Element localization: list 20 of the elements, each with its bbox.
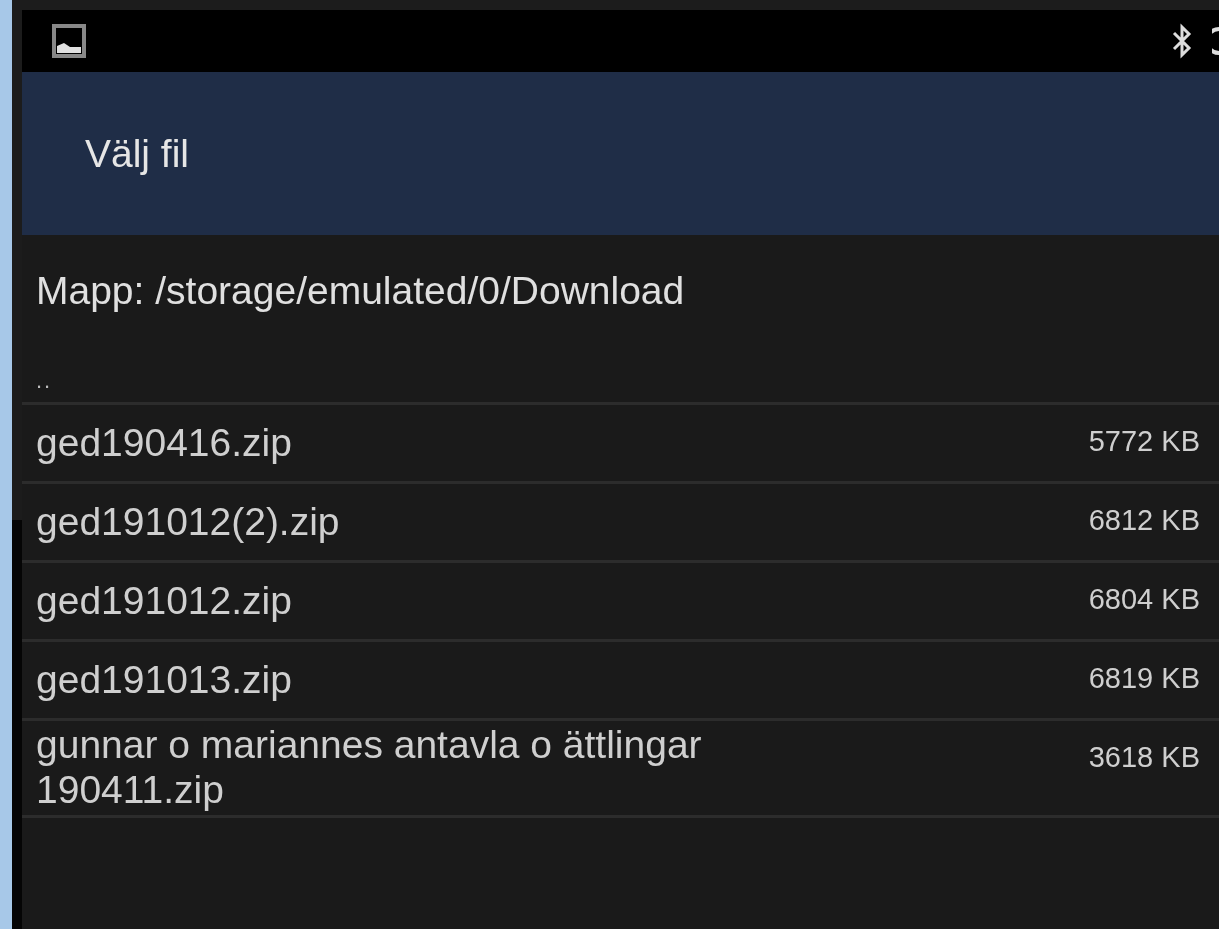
dialog-title: Välj fil [85, 131, 190, 176]
file-name: ged190416.zip [36, 420, 293, 466]
file-size: 5772 KB [1088, 424, 1200, 458]
bluetooth-icon [1170, 23, 1194, 59]
file-size: 3618 KB [1088, 740, 1200, 774]
file-size: 6819 KB [1088, 661, 1200, 695]
file-row[interactable]: ged191012(2).zip 6812 KB [22, 484, 1219, 563]
file-name: gunnar o mariannes antavla o ättlingar 190411.zip [36, 723, 703, 813]
file-row[interactable]: ged190416.zip 5772 KB [22, 405, 1219, 484]
file-name: ged191013.zip [36, 657, 293, 703]
folder-path: Mapp: /storage/emulated/0/Download [36, 269, 685, 313]
file-row[interactable]: ged191013.zip 6819 KB [22, 642, 1219, 721]
file-name: ged191012.zip [36, 578, 293, 624]
parent-folder-item[interactable]: .. [22, 353, 1219, 405]
file-row[interactable]: gunnar o mariannes antavla o ättlingar 190411.zip 3618 KB [22, 721, 1219, 818]
file-size: 6812 KB [1088, 503, 1200, 537]
file-size: 6804 KB [1088, 582, 1200, 616]
file-name: ged191012(2).zip [36, 499, 341, 545]
image-icon [52, 24, 86, 58]
file-row[interactable]: ged191012.zip 6804 KB [22, 563, 1219, 642]
